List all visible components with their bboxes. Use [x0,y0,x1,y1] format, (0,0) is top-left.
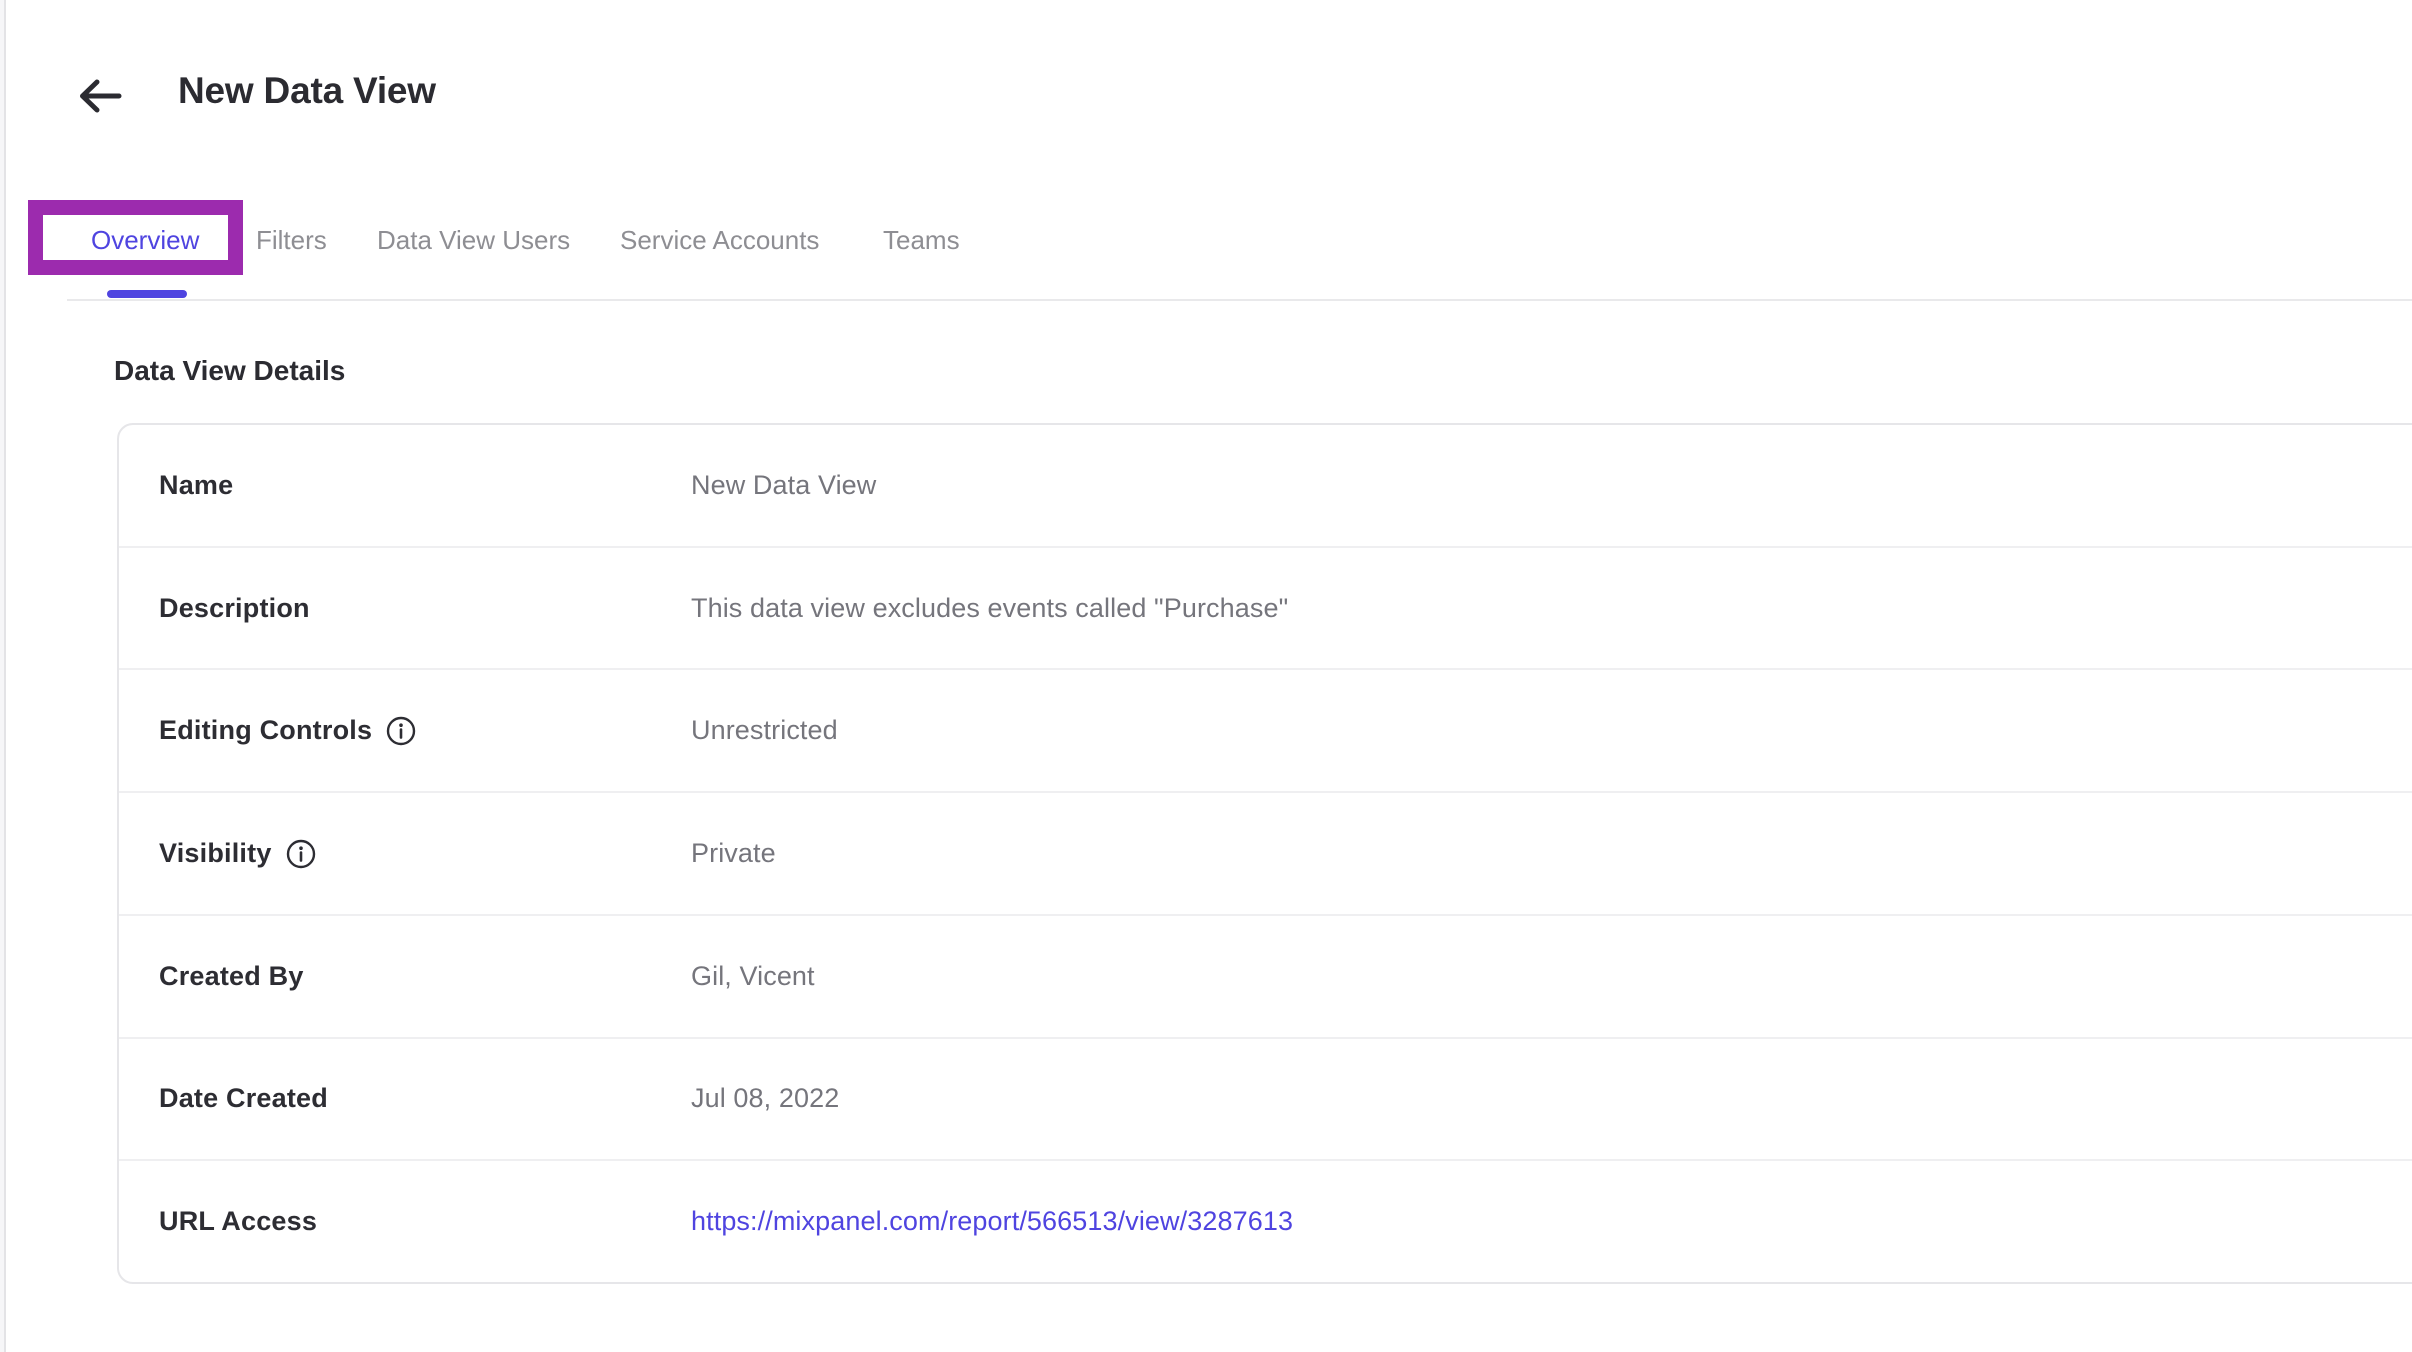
page-title: New Data View [178,70,436,112]
tab-service-accounts[interactable]: Service Accounts [620,224,819,256]
row-value: New Data View [691,470,876,501]
panel-left-edge [0,0,6,1352]
detail-row-date-created: Date Created Jul 08, 2022 [119,1037,2412,1160]
detail-row-visibility: Visibility Private [119,791,2412,914]
row-value: Jul 08, 2022 [691,1083,839,1114]
active-tab-indicator [107,290,187,298]
row-value: This data view excludes events called "P… [691,593,1288,624]
detail-row-name: Name New Data View [119,425,2412,546]
row-label: Name [159,470,233,501]
url-access-link[interactable]: https://mixpanel.com/report/566513/view/… [691,1206,1293,1237]
row-value: Unrestricted [691,715,838,746]
row-value: Gil, Vicent [691,961,815,992]
tab-overview[interactable]: Overview [91,224,199,256]
info-icon[interactable] [386,716,416,746]
tabbar-bottom-border [67,299,2412,301]
detail-row-created-by: Created By Gil, Vicent [119,914,2412,1037]
row-label: Date Created [159,1083,328,1114]
detail-row-description: Description This data view excludes even… [119,546,2412,669]
row-label: Created By [159,961,304,992]
row-label: Description [159,593,310,624]
tab-data-view-users[interactable]: Data View Users [377,224,570,256]
tab-filters[interactable]: Filters [256,224,327,256]
detail-row-editing-controls: Editing Controls Unrestricted [119,668,2412,791]
back-button[interactable] [70,66,130,126]
section-heading: Data View Details [114,355,345,387]
data-view-settings-page: New Data View Overview Filters Data View… [0,0,2412,1352]
tab-teams[interactable]: Teams [883,224,960,256]
row-value: Private [691,838,776,869]
row-label: Editing Controls [159,715,372,746]
left-arrow-icon [77,77,123,115]
row-label: URL Access [159,1206,317,1237]
data-view-details-card: Name New Data View Description This data… [117,423,2412,1284]
info-icon[interactable] [286,839,316,869]
detail-row-url-access: URL Access https://mixpanel.com/report/5… [119,1159,2412,1282]
row-label: Visibility [159,838,272,869]
